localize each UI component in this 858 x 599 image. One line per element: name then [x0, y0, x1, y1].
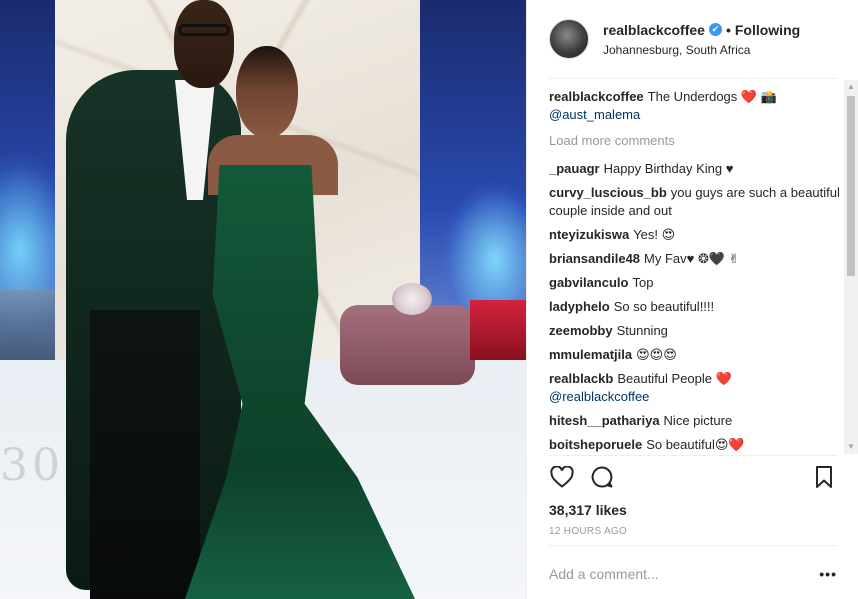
following-button[interactable]: Following [735, 22, 800, 38]
comment-item: nteyizukiswa Yes! 😍 [549, 226, 841, 244]
avatar[interactable] [549, 19, 589, 59]
comment-username[interactable]: curvy_luscious_bb [549, 185, 667, 200]
username-link[interactable]: realblackcoffee [603, 22, 705, 38]
post-sidebar: realblackcoffee ✔ • Following Johannesbu… [526, 0, 858, 599]
comment-item: ladyphelo So so beautiful!!!! [549, 298, 841, 316]
comment-item: gabvilanculo Top [549, 274, 841, 292]
load-more-comments-button[interactable]: Load more comments [549, 132, 841, 150]
man-trousers [90, 310, 200, 599]
divider [549, 78, 837, 79]
comment-item: curvy_luscious_bb you guys are such a bea… [549, 184, 841, 220]
post-header: realblackcoffee ✔ • Following Johannesbu… [527, 0, 858, 78]
likes-count[interactable]: 38,317 likes [549, 502, 627, 518]
add-comment-input[interactable] [549, 566, 799, 582]
comment-text: My Fav♥ ❂🖤 ✌ [644, 251, 740, 266]
heart-icon [550, 466, 574, 488]
comment-item: hitesh__pathariya Nice picture [549, 412, 841, 430]
comment-item: realblackb Beautiful People ❤️ @realblack… [549, 370, 841, 406]
save-button[interactable] [811, 464, 837, 490]
comment-username[interactable]: ladyphelo [549, 299, 610, 314]
divider [549, 545, 837, 546]
post-photo[interactable]: 30 [0, 0, 526, 599]
man-head [174, 0, 234, 88]
action-bar [549, 462, 841, 492]
scroll-up-arrow-icon[interactable]: ▲ [844, 80, 858, 94]
comment-text: Top [632, 275, 654, 290]
comment-text: Yes! 😍 [633, 227, 676, 242]
caption-text: The Underdogs [647, 89, 738, 104]
comment-item: boitsheporuele So beautiful😍❤️ [549, 436, 841, 453]
caption-mention[interactable]: @aust_malema [549, 107, 640, 122]
comment-mention[interactable]: @realblackcoffee [549, 389, 649, 404]
side-table [0, 290, 55, 360]
comment-text: Nice picture [663, 413, 733, 428]
comment-username[interactable]: hitesh__pathariya [549, 413, 660, 428]
red-gift-box [470, 300, 526, 360]
comment-username[interactable]: mmulematjila [549, 347, 632, 362]
comment-button[interactable] [589, 464, 615, 490]
comment-item: mmulematjila 😍😍😍 [549, 346, 841, 364]
location-link[interactable]: Johannesburg, South Africa [603, 43, 800, 57]
comment-username[interactable]: nteyizukiswa [549, 227, 629, 242]
comment-username[interactable]: zeemobby [549, 323, 613, 338]
caption-emoji: ❤️ 📸 [740, 89, 777, 104]
comment-username[interactable]: _pauagr [549, 161, 600, 176]
scrollbar-thumb[interactable] [847, 96, 855, 276]
post-timestamp[interactable]: 12 HOURS AGO [549, 526, 627, 537]
comment-text: So beautiful😍❤️ [646, 437, 745, 452]
bookmark-icon [816, 466, 832, 488]
header-meta: realblackcoffee ✔ • Following Johannesbu… [603, 22, 800, 57]
comment-text: Stunning [616, 323, 668, 338]
comment-text: 😍😍😍 [636, 347, 677, 362]
comment-text: So so beautiful!!!! [613, 299, 715, 314]
comment-text: Beautiful People ❤️ [617, 371, 732, 386]
verified-badge-icon: ✔ [708, 23, 722, 36]
add-comment-form: ••• [549, 556, 837, 592]
divider [549, 455, 837, 456]
scroll-down-arrow-icon[interactable]: ▼ [844, 440, 858, 454]
pink-ottoman [340, 305, 475, 385]
comment-username[interactable]: gabvilanculo [549, 275, 628, 290]
floor-decal-text: 30 [0, 440, 64, 491]
more-options-icon[interactable]: ••• [819, 566, 837, 582]
comment-bubble-icon [591, 466, 613, 488]
woman-head [236, 46, 298, 138]
flower-bouquet [392, 283, 432, 315]
comment-username[interactable]: boitsheporuele [549, 437, 642, 452]
like-button[interactable] [549, 464, 575, 490]
comment-username[interactable]: realblackb [549, 371, 613, 386]
caption: realblackcoffee The Underdogs ❤️ 📸 @aust_… [549, 88, 841, 124]
comment-item: zeemobby Stunning [549, 322, 841, 340]
header-row: realblackcoffee ✔ • Following [603, 22, 800, 38]
glasses [178, 24, 230, 36]
comments-list: realblackcoffee The Underdogs ❤️ 📸 @aust_… [549, 88, 841, 453]
caption-username[interactable]: realblackcoffee [549, 89, 644, 104]
comment-item: briansandile48 My Fav♥ ❂🖤 ✌ [549, 250, 841, 268]
comments-scrollbar[interactable]: ▲ ▼ [844, 80, 858, 454]
comment-text: Happy Birthday King ♥ [603, 161, 734, 176]
comment-username[interactable]: briansandile48 [549, 251, 640, 266]
instagram-post: 30 realblackcoffee ✔ • Following Johanne… [0, 0, 858, 599]
comment-item: _pauagr Happy Birthday King ♥ [549, 160, 841, 178]
separator-dot: • [725, 21, 731, 38]
